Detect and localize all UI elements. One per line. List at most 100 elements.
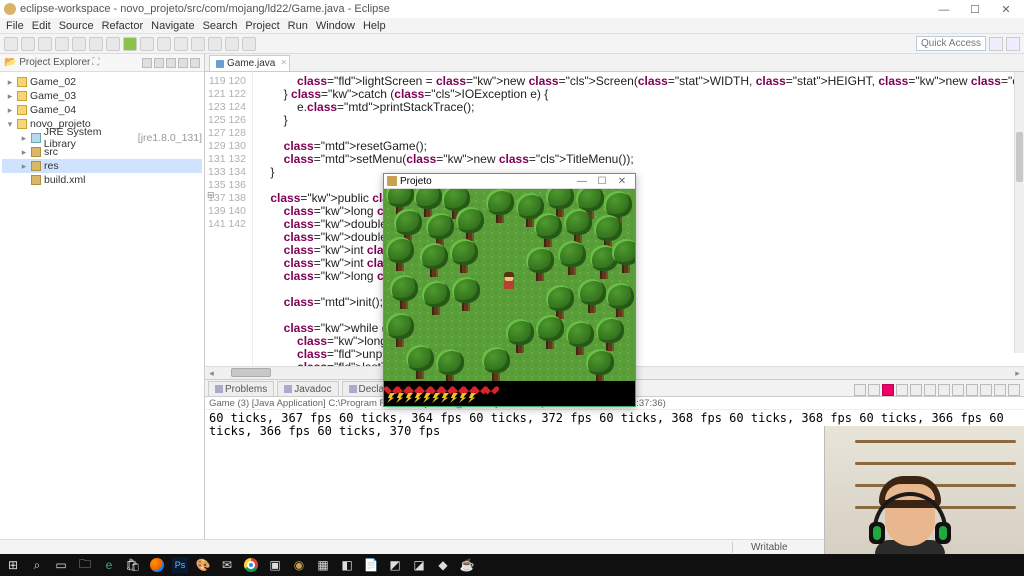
game-close-button[interactable]: ✕ bbox=[612, 176, 632, 187]
terminate-icon[interactable] bbox=[882, 384, 894, 396]
windows-taskbar[interactable]: ⊞ ⌕ ▭ 🗀 e 🛍 Ps 🎨 ✉ ▣ ◉ ▦ ◧ 📄 ◩ ◪ ◆ ☕ bbox=[0, 554, 1024, 576]
game-titlebar[interactable]: Projeto — ☐ ✕ bbox=[384, 174, 635, 189]
menu-source[interactable]: Source bbox=[59, 20, 94, 32]
chrome-icon[interactable] bbox=[242, 556, 260, 574]
open-console-icon[interactable] bbox=[980, 384, 992, 396]
project-tree[interactable]: ▸Game_02▸Game_03▸Game_04▾novo_projeto▸JR… bbox=[0, 72, 204, 190]
tree-item[interactable]: build.xml bbox=[2, 173, 202, 187]
tree-item[interactable]: ▸res bbox=[2, 159, 202, 173]
mail-icon[interactable]: ✉ bbox=[218, 556, 236, 574]
start-button[interactable]: ⊞ bbox=[4, 556, 22, 574]
terminal-icon[interactable]: ▣ bbox=[266, 556, 284, 574]
tree-item[interactable]: ▸JRE System Library [jre1.8.0_131] bbox=[2, 131, 202, 145]
tree-item[interactable]: ▸Game_03 bbox=[2, 89, 202, 103]
store-icon[interactable]: 🛍 bbox=[124, 556, 142, 574]
menu-refactor[interactable]: Refactor bbox=[102, 20, 144, 32]
search-icon[interactable] bbox=[89, 37, 103, 51]
game-maximize-button[interactable]: ☐ bbox=[592, 176, 612, 187]
word-wrap-icon[interactable] bbox=[952, 384, 964, 396]
app-icon[interactable]: ▦ bbox=[314, 556, 332, 574]
new-icon[interactable] bbox=[4, 37, 18, 51]
clear-console-icon[interactable] bbox=[924, 384, 936, 396]
tree-sprite bbox=[384, 313, 416, 349]
view-title: Project Explorer bbox=[19, 57, 90, 68]
show-console-icon[interactable] bbox=[966, 384, 978, 396]
coverage-icon[interactable] bbox=[140, 37, 154, 51]
firefox-icon[interactable] bbox=[148, 556, 166, 574]
remove-all-icon[interactable] bbox=[910, 384, 922, 396]
game-minimize-button[interactable]: — bbox=[572, 176, 592, 187]
file-explorer-icon[interactable]: 🗀 bbox=[76, 556, 94, 574]
bolt-icon bbox=[450, 393, 458, 403]
back-icon[interactable] bbox=[225, 37, 239, 51]
tree-sprite bbox=[524, 247, 556, 283]
menu-navigate[interactable]: Navigate bbox=[151, 20, 194, 32]
status-writable: Writable bbox=[732, 542, 806, 553]
menu-window[interactable]: Window bbox=[316, 20, 355, 32]
project-icon bbox=[17, 77, 27, 87]
tree-sprite bbox=[404, 345, 436, 381]
open-type-icon[interactable] bbox=[72, 37, 86, 51]
quick-access-input[interactable] bbox=[916, 36, 986, 51]
run-icon[interactable] bbox=[123, 37, 137, 51]
new-class-icon[interactable] bbox=[191, 37, 205, 51]
editor-tab-game[interactable]: Game.java bbox=[209, 55, 290, 71]
save-all-icon[interactable] bbox=[38, 37, 52, 51]
collapse-all-icon[interactable] bbox=[142, 58, 152, 68]
minimize-button[interactable]: — bbox=[930, 4, 958, 16]
maximize-button[interactable]: ☐ bbox=[961, 3, 989, 16]
game-canvas[interactable] bbox=[384, 189, 635, 381]
search-taskbar-icon[interactable]: ⌕ bbox=[28, 556, 46, 574]
view-menu-icon[interactable] bbox=[166, 58, 176, 68]
tree-sprite bbox=[418, 243, 450, 279]
photoshop-icon[interactable]: Ps bbox=[172, 557, 188, 573]
open-task-icon[interactable] bbox=[208, 37, 222, 51]
app3-icon[interactable]: ◩ bbox=[386, 556, 404, 574]
app4-icon[interactable]: ◪ bbox=[410, 556, 428, 574]
close-button[interactable]: ✕ bbox=[992, 3, 1020, 16]
maximize-view-icon[interactable] bbox=[190, 58, 200, 68]
java-perspective-icon[interactable] bbox=[989, 37, 1003, 51]
menu-file[interactable]: File bbox=[6, 20, 24, 32]
task-view-icon[interactable]: ▭ bbox=[52, 556, 70, 574]
menu-project[interactable]: Project bbox=[245, 20, 279, 32]
debug-perspective-icon[interactable] bbox=[1006, 37, 1020, 51]
eclipse-taskbar-icon[interactable]: ◉ bbox=[290, 556, 308, 574]
forward-icon[interactable] bbox=[242, 37, 256, 51]
hud-stamina bbox=[387, 393, 632, 403]
app2-icon[interactable]: ◧ bbox=[338, 556, 356, 574]
tree-item[interactable]: ▸Game_04 bbox=[2, 103, 202, 117]
bottom-tab-javadoc[interactable]: Javadoc bbox=[277, 381, 338, 396]
bottom-tab-problems[interactable]: Problems bbox=[208, 381, 274, 396]
java-file-icon bbox=[216, 60, 224, 68]
minimize-view-icon[interactable] bbox=[178, 58, 188, 68]
paint-icon[interactable]: 🎨 bbox=[194, 556, 212, 574]
app5-icon[interactable]: ◆ bbox=[434, 556, 452, 574]
window-titlebar: eclipse-workspace - novo_projeto/src/com… bbox=[0, 0, 1024, 18]
build-icon[interactable] bbox=[55, 37, 69, 51]
new-package-icon[interactable] bbox=[174, 37, 188, 51]
max-bottom-icon[interactable] bbox=[1008, 384, 1020, 396]
debug-icon[interactable] bbox=[106, 37, 120, 51]
save-icon[interactable] bbox=[21, 37, 35, 51]
remove-launch-icon[interactable] bbox=[896, 384, 908, 396]
menu-search[interactable]: Search bbox=[203, 20, 238, 32]
edge-icon[interactable]: e bbox=[100, 556, 118, 574]
link-editor-icon[interactable] bbox=[154, 58, 164, 68]
menu-edit[interactable]: Edit bbox=[32, 20, 51, 32]
ext-tools-icon[interactable] bbox=[157, 37, 171, 51]
notepad-icon[interactable]: 📄 bbox=[362, 556, 380, 574]
java-running-icon[interactable]: ☕ bbox=[458, 556, 476, 574]
tree-sprite bbox=[484, 189, 516, 225]
min-bottom-icon[interactable] bbox=[994, 384, 1006, 396]
tree-item[interactable]: ▸Game_02 bbox=[2, 75, 202, 89]
pin-console-icon[interactable] bbox=[854, 384, 866, 396]
vertical-scrollbar[interactable] bbox=[1014, 72, 1024, 353]
bolt-icon bbox=[423, 393, 431, 403]
game-window[interactable]: Projeto — ☐ ✕ bbox=[383, 173, 636, 407]
menu-run[interactable]: Run bbox=[288, 20, 308, 32]
display-selected-icon[interactable] bbox=[868, 384, 880, 396]
eclipse-icon bbox=[4, 3, 16, 15]
menu-help[interactable]: Help bbox=[363, 20, 386, 32]
scroll-lock-icon[interactable] bbox=[938, 384, 950, 396]
